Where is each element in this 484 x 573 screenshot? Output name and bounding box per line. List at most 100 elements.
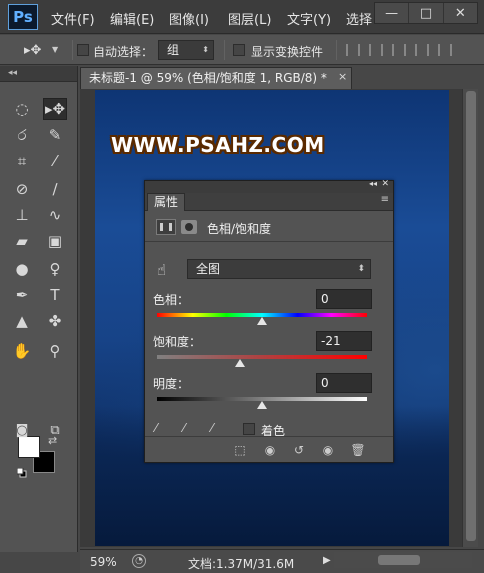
default-colors-icon[interactable]: [17, 468, 27, 478]
gradient-icon[interactable]: ▣: [43, 230, 67, 252]
visibility-eye-icon[interactable]: ◉: [319, 441, 337, 459]
document-size: 文档:1.37M/31.6M: [188, 557, 295, 571]
align-left-icon[interactable]: [415, 44, 429, 56]
clone-stamp-icon[interactable]: ⊥: [10, 204, 34, 226]
layer-mask-icon[interactable]: [181, 220, 197, 234]
vertical-scrollbar[interactable]: [462, 89, 478, 547]
auto-select-label: 自动选择：: [93, 45, 154, 59]
eyedropper-icon[interactable]: ⁄: [43, 150, 67, 172]
options-separator: [224, 40, 225, 60]
blur-icon[interactable]: ●: [10, 258, 34, 280]
align-bottom-icon[interactable]: [392, 44, 406, 56]
targeted-adjustment-hand-icon[interactable]: ☝: [157, 261, 166, 279]
hue-slider-thumb[interactable]: [257, 317, 267, 325]
sample-eyedropper-icon[interactable]: ⁄: [155, 421, 169, 435]
tools-panel: ◂◂ ◌ ▸✥ ර ✎ ⌗ ⁄ ⊘ ∕ ⊥ ∿ ▰ ▣ ● ♀ ✒ T ▲ ✤ …: [0, 66, 78, 552]
maximize-button[interactable]: □: [409, 3, 444, 23]
minimize-button[interactable]: —: [375, 3, 410, 23]
pen-icon[interactable]: ✒: [10, 284, 34, 306]
eyedropper-group: ⁄ ⁄ ⁄: [155, 421, 225, 435]
history-brush-icon[interactable]: ∿: [43, 204, 67, 226]
horizontal-scroll-thumb[interactable]: [378, 555, 420, 565]
chevron-updown-icon: ⬍: [357, 264, 365, 274]
path-selection-icon[interactable]: ▲: [10, 310, 34, 332]
menu-select[interactable]: 选择: [346, 9, 372, 28]
close-button[interactable]: ✕: [444, 3, 477, 23]
chevron-updown-icon: ⬍: [202, 45, 209, 54]
menu-type[interactable]: 文字(Y): [287, 9, 331, 28]
quick-mask-icon[interactable]: ◙: [10, 419, 34, 441]
options-bar: ▸✥ ▼ 自动选择： 组 ⬍ 显示变换控件: [0, 35, 484, 65]
type-icon[interactable]: T: [43, 284, 67, 306]
screen-mode-icon[interactable]: ⧉: [43, 419, 67, 441]
adjustment-header: 色相/饱和度: [145, 212, 393, 242]
document-tab[interactable]: 未标题-1 @ 59% (色相/饱和度 1, RGB/8) *: [80, 67, 352, 89]
clip-to-layer-icon[interactable]: ⬚: [231, 441, 249, 459]
menu-file[interactable]: 文件(F): [51, 9, 95, 28]
hue-input[interactable]: 0: [316, 289, 372, 309]
options-separator: [336, 40, 337, 60]
window-controls: — □ ✕: [374, 2, 478, 24]
channel-range-value: 全图: [196, 262, 221, 276]
menu-layer[interactable]: 图层(L): [228, 9, 271, 28]
spot-healing-icon[interactable]: ⊘: [10, 178, 34, 200]
lasso-icon[interactable]: ර: [10, 124, 34, 146]
panel-tab-row: 属性 ≡: [145, 193, 393, 211]
saturation-label: 饱和度：: [153, 335, 202, 349]
eraser-icon[interactable]: ▰: [10, 230, 34, 252]
panel-collapse-icon[interactable]: ◂◂: [369, 179, 377, 188]
menu-bar: Ps 文件(F) 编辑(E) 图像(I) 图层(L) 文字(Y) 选择 — □ …: [0, 0, 484, 34]
close-document-icon[interactable]: ×: [338, 70, 347, 83]
panel-footer: ⬚ ◉ ↺ ◉ 🗑: [145, 436, 393, 462]
align-top-icon[interactable]: [346, 44, 360, 56]
rectangular-marquee-icon[interactable]: ◌: [10, 98, 34, 120]
brush-icon[interactable]: ∕: [43, 178, 67, 200]
reset-icon[interactable]: ↺: [290, 441, 308, 459]
crop-icon[interactable]: ⌗: [10, 150, 34, 172]
show-transform-checkbox[interactable]: [233, 44, 245, 56]
align-hcenter-icon[interactable]: [438, 44, 452, 56]
lightness-input[interactable]: 0: [316, 373, 372, 393]
photoshop-logo-icon: Ps: [8, 4, 38, 30]
move-tool-icon[interactable]: ▸✥: [24, 43, 41, 58]
hand-icon[interactable]: ✋: [10, 340, 34, 362]
delete-icon[interactable]: 🗑: [349, 441, 367, 459]
align-vcenter-icon[interactable]: [369, 44, 383, 56]
hue-label: 色相：: [153, 293, 190, 307]
panel-menu-icon[interactable]: ≡: [381, 194, 389, 205]
auto-select-target-value: 组: [167, 43, 180, 57]
saturation-input[interactable]: -21: [316, 331, 372, 351]
saturation-slider-track[interactable]: [157, 355, 367, 359]
properties-panel: ◂◂ ✕ 属性 ≡ 色相/饱和度 ☝ 全图 ⬍ 色相： 0 饱和度： -21 明…: [144, 179, 394, 463]
tools-panel-collapse-icon[interactable]: ◂◂: [0, 66, 77, 82]
zoom-level[interactable]: 59%: [90, 555, 117, 569]
auto-select-checkbox[interactable]: [77, 44, 89, 56]
hue-saturation-adjustment-icon[interactable]: [156, 219, 176, 235]
quick-selection-icon[interactable]: ✎: [43, 124, 67, 146]
vertical-scroll-thumb[interactable]: [466, 91, 476, 541]
panel-title-strip: ◂◂ ✕: [145, 179, 393, 193]
colorize-checkbox[interactable]: [243, 423, 255, 435]
align-buttons: [346, 44, 452, 56]
lightness-slider-thumb[interactable]: [257, 401, 267, 409]
panel-close-icon[interactable]: ✕: [381, 179, 389, 189]
zoom-icon[interactable]: ⚲: [43, 340, 67, 362]
menu-image[interactable]: 图像(I): [169, 9, 209, 28]
subtract-sample-eyedropper-icon[interactable]: ⁄: [211, 421, 225, 435]
channel-range-select[interactable]: 全图 ⬍: [187, 259, 371, 279]
saturation-slider-thumb[interactable]: [234, 359, 245, 367]
auto-select-target-select[interactable]: 组 ⬍: [158, 40, 214, 60]
add-sample-eyedropper-icon[interactable]: ⁄: [183, 421, 197, 435]
tab-properties[interactable]: 属性: [147, 193, 186, 211]
menu-edit[interactable]: 编辑(E): [110, 9, 154, 28]
view-previous-icon[interactable]: ◉: [261, 441, 279, 459]
status-info-icon[interactable]: ◔: [132, 554, 146, 568]
custom-shape-icon[interactable]: ✤: [43, 310, 67, 332]
tool-preset-dropdown-icon[interactable]: ▼: [52, 45, 58, 54]
horizontal-scrollbar[interactable]: [334, 552, 472, 568]
dodge-icon[interactable]: ♀: [43, 258, 67, 280]
show-transform-label: 显示变换控件: [251, 45, 324, 59]
move-icon[interactable]: ▸✥: [43, 98, 67, 120]
options-separator: [72, 40, 73, 60]
status-menu-arrow-icon[interactable]: ▶: [323, 555, 331, 566]
